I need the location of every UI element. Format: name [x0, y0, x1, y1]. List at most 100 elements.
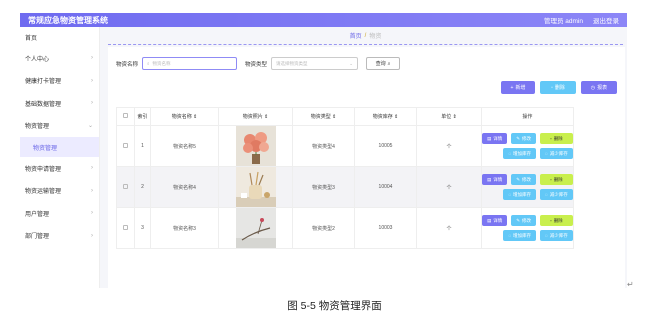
- detail-button[interactable]: ▤ 详情: [482, 174, 508, 185]
- edit-label: 修改: [522, 135, 532, 141]
- row-checkbox[interactable]: [123, 183, 128, 189]
- sidebar-item-label: 物资运输管理: [25, 189, 62, 196]
- query-button[interactable]: 查询 ⌕: [366, 57, 401, 70]
- reduce-stock-button[interactable]: ◌ 减少库存: [540, 230, 573, 241]
- delete-button[interactable]: ▫ 删除: [540, 81, 576, 94]
- column-header[interactable]: 物资库存 ⇕: [354, 107, 417, 126]
- name-search-input[interactable]: ⌕ 物资名称: [142, 57, 238, 70]
- action-bar: + 新增 ▫ 删除 ◷ 报表: [501, 81, 617, 94]
- row-select-cell: [116, 207, 135, 249]
- chevron-right-icon: ›: [91, 55, 93, 62]
- delete-row-label: 删除: [553, 176, 563, 182]
- app-title: 常规应急物资管理系统: [28, 15, 108, 25]
- ops-cell: ▤ 详情 ✎ 修改 ▫ 删除 ◌ 增加库存 ◌ 减少库存: [481, 166, 574, 208]
- sidebar: 首页 个人中心 › 健康打卡管理 › 基础数据管理 › 物资管理 ⌄ 物资管理 物资申请…: [20, 27, 100, 288]
- user-label: 管理员 admin: [543, 18, 583, 25]
- reduce-stock-label: 减少库存: [549, 150, 568, 156]
- column-header[interactable]: 单位 ⇕: [416, 107, 482, 126]
- flower-photo: [235, 126, 276, 166]
- add-stock-label: 增加库存: [513, 232, 532, 238]
- detail-button[interactable]: ▤ 详情: [482, 215, 508, 226]
- logout-link[interactable]: 退出登录: [593, 15, 619, 25]
- chevron-right-icon: ›: [91, 232, 93, 239]
- trash-icon: ▫: [550, 218, 552, 223]
- pencil-icon: ✎: [516, 176, 521, 182]
- top-bar: 常规应急物资管理系统 管理员 admin 退出登录: [20, 13, 627, 27]
- edit-button[interactable]: ✎ 修改: [511, 215, 537, 226]
- main-area: 首页 / 物资 物资名称 ⌕ 物资名称 物资类型 请选择物资类型 ⌄ 查询 ⌕: [100, 27, 627, 288]
- add-button[interactable]: + 新增: [501, 81, 535, 94]
- type-cell: 物资类型4: [292, 125, 355, 167]
- app-window: 常规应急物资管理系统 管理员 admin 退出登录 首页 个人中心 › 健康打卡管…: [20, 13, 627, 288]
- reduce-stock-label: 减少库存: [549, 232, 568, 238]
- sidebar-item-label: 物资管理: [25, 124, 50, 131]
- report-label: 报表: [597, 85, 608, 91]
- sidebar-item-users[interactable]: 用户管理 ›: [20, 202, 99, 225]
- edit-button[interactable]: ✎ 修改: [511, 133, 537, 144]
- row-checkbox[interactable]: [123, 224, 128, 230]
- sidebar-item-home[interactable]: 首页: [20, 27, 99, 47]
- trash-icon: ▫: [550, 177, 552, 182]
- sidebar-item-health[interactable]: 健康打卡管理 ›: [20, 70, 99, 93]
- sidebar-item-personal[interactable]: 个人中心 ›: [20, 47, 99, 70]
- trash-icon: ▫: [551, 84, 553, 91]
- edit-label: 修改: [522, 217, 532, 223]
- select-all-checkbox[interactable]: [123, 113, 128, 118]
- sidebar-item-label: 用户管理: [25, 211, 50, 218]
- row-select-cell: [116, 166, 135, 208]
- add-stock-button[interactable]: ◌ 增加库存: [503, 148, 537, 159]
- column-header[interactable]: 物资照片 ⇕: [218, 107, 293, 126]
- type-label: 物资类型: [245, 61, 268, 68]
- breadcrumb-separator: /: [364, 32, 367, 39]
- photo-cell: [218, 125, 293, 167]
- sidebar-item-apply[interactable]: 物资申请管理 ›: [20, 157, 99, 180]
- edit-button[interactable]: ✎ 修改: [511, 174, 537, 185]
- sidebar-item-label: 基础数据管理: [25, 101, 62, 108]
- column-header[interactable]: 物资名称 ⇕: [150, 107, 219, 126]
- row-checkbox[interactable]: [123, 142, 128, 148]
- sidebar-subitem-materials[interactable]: 物资管理: [20, 137, 99, 157]
- sidebar-item-basic-data[interactable]: 基础数据管理 ›: [20, 92, 99, 115]
- add-stock-button[interactable]: ◌ 增加库存: [503, 230, 537, 241]
- search-icon: ⌕: [147, 61, 150, 66]
- bell-icon: ◌: [545, 192, 548, 197]
- sidebar-item-departments[interactable]: 部门管理 ›: [20, 225, 99, 248]
- reduce-stock-button[interactable]: ◌ 减少库存: [540, 189, 573, 200]
- return-mark-icon: ↵: [627, 280, 634, 289]
- chevron-right-icon: ›: [91, 187, 93, 194]
- delete-row-button[interactable]: ▫ 删除: [540, 174, 573, 185]
- plus-icon: +: [510, 84, 514, 91]
- add-stock-button[interactable]: ◌ 增加库存: [503, 189, 537, 200]
- table-row: 1 物资名称5 物资类型4 10005 个 ▤ 详情 ✎ 修改 ▫ 删除 ◌ 增…: [116, 125, 574, 167]
- column-header[interactable]: 物资类型 ⇕: [292, 107, 355, 126]
- delete-row-button[interactable]: ▫ 删除: [540, 215, 573, 226]
- pencil-icon: ✎: [516, 217, 521, 223]
- reduce-stock-button[interactable]: ◌ 减少库存: [540, 148, 573, 159]
- document-icon: ▤: [487, 176, 492, 182]
- unit-cell: 个: [416, 125, 482, 167]
- table-header-row: 索引 物资名称 ⇕ 物资照片 ⇕ 物资类型 ⇕ 物资库存 ⇕ 单位 ⇕ 操作: [116, 107, 574, 126]
- breadcrumb-home[interactable]: 首页: [350, 31, 362, 40]
- index-cell: 3: [134, 207, 151, 249]
- name-cell: 物资名称3: [150, 207, 219, 249]
- table-row: 3 物资名称3 物资类型2 10003 个 ▤ 详情 ✎ 修改 ▫ 删除 ◌ 增…: [116, 207, 574, 249]
- sidebar-item-transport[interactable]: 物资运输管理 ›: [20, 180, 99, 203]
- column-header[interactable]: 索引: [134, 107, 151, 126]
- delete-row-button[interactable]: ▫ 删除: [540, 133, 573, 144]
- bell-icon: ◌: [545, 151, 548, 156]
- sidebar-item-label: 个人中心: [25, 56, 50, 63]
- detail-button[interactable]: ▤ 详情: [482, 133, 508, 144]
- report-icon: ◷: [590, 84, 596, 91]
- type-cell: 物资类型3: [292, 166, 355, 208]
- sidebar-item-materials[interactable]: 物资管理 ⌄: [20, 115, 99, 138]
- add-label: 新增: [515, 85, 526, 91]
- reduce-stock-label: 减少库存: [549, 191, 568, 197]
- index-cell: 1: [134, 125, 151, 167]
- document-icon: ▤: [487, 135, 492, 141]
- name-cell: 物资名称5: [150, 125, 219, 167]
- search-bar: 物资名称 ⌕ 物资名称 物资类型 请选择物资类型 ⌄ 查询 ⌕: [116, 57, 401, 70]
- sidebar-item-label: 物资管理: [33, 145, 58, 152]
- report-button[interactable]: ◷ 报表: [581, 81, 617, 94]
- type-select[interactable]: 请选择物资类型 ⌄: [271, 57, 359, 70]
- content-panel: 物资名称 ⌕ 物资名称 物资类型 请选择物资类型 ⌄ 查询 ⌕ + 新增 ▫ 删除: [108, 47, 625, 288]
